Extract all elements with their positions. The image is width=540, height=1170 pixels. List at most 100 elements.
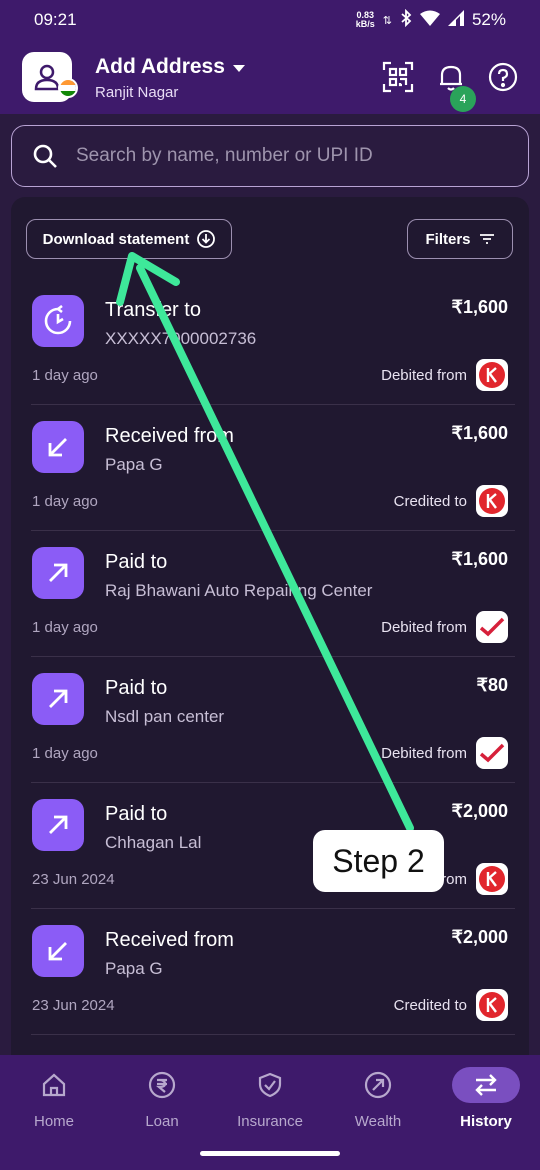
signal-icon [447,9,464,31]
transaction-party: Papa G [105,959,163,978]
home-icon [42,1073,66,1097]
app-header: Add Address Ranjit Nagar 4 [0,40,540,114]
transaction-account-label: Debited from [381,367,467,384]
transaction-row[interactable]: Transfer to XXXXX7000002736 ₹1,600 1 day ag… [11,279,529,405]
transaction-account-label: Credited to [393,997,467,1014]
bluetooth-icon [400,8,412,32]
nav-wealth-label: Wealth [354,1113,402,1130]
search-input[interactable] [76,145,496,167]
nav-home[interactable]: Home [0,1067,108,1130]
transaction-date: 1 day ago [32,493,98,510]
filters-label: Filters [425,230,471,248]
transaction-party: Chhagan Lal [105,833,202,852]
transaction-date: 23 Jun 2024 [32,871,115,888]
home-indicator [200,1151,340,1156]
nav-wealth[interactable]: Wealth [324,1067,432,1130]
transaction-title: Paid to [105,803,168,825]
transaction-title: Transfer to [105,299,201,321]
transaction-type-icon [32,925,84,977]
transaction-amount: ₹1,600 [451,297,509,317]
qr-code-icon [382,61,414,93]
transaction-amount: ₹1,600 [451,549,509,569]
transaction-title: Paid to [105,551,168,573]
transaction-type-icon [32,421,84,473]
received-arrow-icon [48,438,67,457]
transaction-row[interactable]: Paid to Raj Bhawani Auto Repairing Center… [11,531,529,657]
transaction-account-label: Debited from [381,745,467,762]
kotak-bank-icon [479,362,505,388]
transaction-date: 1 day ago [32,367,98,384]
transaction-party: Raj Bhawani Auto Repairing Center [105,581,373,600]
kotak-bank-icon [479,488,505,514]
bank-logo [476,485,508,517]
bank-check-icon [479,743,505,763]
transaction-amount: ₹1,600 [451,423,509,443]
transaction-title: Received from [105,929,234,951]
transaction-amount: ₹80 [476,675,508,695]
status-bar: 09:21 0.83 kB/s ⇅ 52% [0,0,540,40]
transaction-row[interactable]: Received from Papa G ₹2,000 23 Jun 2024 Cred… [11,909,529,1035]
help-icon [488,62,518,92]
header-title: Add Address [95,55,225,78]
wealth-icon [364,1071,392,1099]
download-icon [197,230,216,248]
bank-logo [476,611,508,643]
transaction-account-label: Debited from [381,619,467,636]
transaction-type-icon [32,673,84,725]
transaction-row[interactable]: Paid to Nsdl pan center ₹80 1 day ago Debite… [11,657,529,783]
kotak-bank-icon [479,866,505,892]
address-selector[interactable]: Add Address [95,55,245,79]
paid-arrow-icon [49,563,68,582]
network-speed: 0.83 kB/s [355,10,375,29]
transaction-row[interactable]: Received from Papa G ₹1,600 1 day ago Credit… [11,405,529,531]
transaction-amount: ₹2,000 [451,801,509,821]
transaction-party: Nsdl pan center [105,707,225,726]
transaction-title: Received from [105,425,234,447]
download-statement-label: Download statement [42,230,190,248]
transaction-type-icon [32,799,84,851]
profile-avatar[interactable] [22,52,78,102]
nav-insurance[interactable]: Insurance [216,1067,324,1130]
battery-level: 52% [471,10,506,29]
paid-arrow-icon [49,815,68,834]
filters-button[interactable]: Filters [407,219,513,259]
received-arrow-icon [48,942,67,961]
transaction-row[interactable]: Paid toChhagan Lal₹2,00023 Jun 2024Debit… [11,783,529,909]
notification-badge: 4 [450,86,476,112]
dropdown-caret-icon [232,55,245,79]
bank-check-icon [479,617,505,637]
shield-icon [258,1072,282,1098]
wifi-icon [419,10,440,31]
transaction-party: XXXXX7000002736 [105,329,257,348]
nav-history-label: History [460,1113,512,1130]
transfer-icon [44,305,72,335]
qr-scanner-button[interactable] [381,60,415,94]
nav-loan-label: Loan [145,1113,179,1130]
nav-home-label: Home [33,1113,74,1130]
bank-logo [476,989,508,1021]
nav-history[interactable]: History [432,1067,540,1130]
search-icon [33,144,57,168]
header-subtitle: Ranjit Nagar [95,84,179,101]
step-label: Step 2 [313,830,444,892]
row-divider [31,1034,515,1035]
nav-insurance-label: Insurance [237,1113,303,1130]
search-bar[interactable] [11,125,529,187]
paid-arrow-icon [49,689,68,708]
transaction-date: 1 day ago [32,619,98,636]
transaction-title: Paid to [105,677,168,699]
nav-loan[interactable]: Loan [108,1067,216,1130]
filter-icon [479,234,494,244]
bank-logo [476,863,508,895]
kotak-bank-icon [479,992,505,1018]
status-time: 09:21 [34,10,77,29]
download-statement-button[interactable]: Download statement [26,219,232,259]
transaction-amount: ₹2,000 [451,927,509,947]
transaction-date: 23 Jun 2024 [32,997,115,1014]
history-icon [475,1074,497,1096]
transaction-history-panel: Download statement Filters Transfer to XX… [11,197,529,1057]
bank-logo [476,359,508,391]
transaction-account-label: Credited to [393,493,467,510]
data-arrows-icon: ⇅ [382,14,392,27]
help-button[interactable] [486,60,520,94]
